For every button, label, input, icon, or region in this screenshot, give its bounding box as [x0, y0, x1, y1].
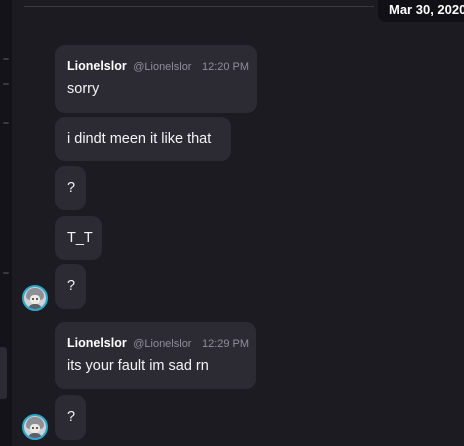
strip-marker: [3, 122, 9, 124]
message-text: sorry: [67, 81, 100, 97]
strip-marker: [3, 272, 9, 274]
message-timestamp: 12:20 PM: [201, 61, 250, 73]
message-header: Lionelslor @Lionelslor 12:20 PM: [67, 59, 249, 73]
user-avatar[interactable]: [22, 414, 48, 440]
avatar-eye: [36, 427, 38, 429]
author-name[interactable]: Lionelslor: [67, 59, 127, 73]
author-handle: @Lionelslor: [133, 61, 192, 73]
message-header: Lionelslor @Lionelslor 12:29 PM: [67, 336, 249, 350]
message-timestamp: 12:29 PM: [201, 338, 250, 350]
avatar-eye: [32, 427, 34, 429]
message-bubble[interactable]: ?: [55, 166, 86, 210]
date-divider-line: [24, 6, 374, 7]
message-bubble[interactable]: ?: [55, 395, 86, 440]
author-name[interactable]: Lionelslor: [67, 336, 127, 350]
avatar-body: [28, 433, 42, 438]
message-bubble-with-header[interactable]: Lionelslor @Lionelslor 12:20 PM sorry: [55, 45, 257, 113]
date-badge: Mar 30, 2020: [378, 0, 464, 22]
avatar-eye: [36, 298, 38, 300]
message-bubble[interactable]: T_T: [55, 216, 102, 260]
message-text: T_T: [67, 230, 93, 246]
message-bubble[interactable]: i dindt meen it like that: [55, 117, 231, 161]
scrollbar-thumb[interactable]: [0, 347, 7, 399]
message-bubble[interactable]: ?: [55, 264, 86, 309]
author-handle: @Lionelslor: [133, 338, 192, 350]
avatar-body: [28, 304, 42, 309]
strip-marker: [3, 83, 9, 85]
message-text: ?: [67, 409, 76, 425]
avatar-eye: [32, 298, 34, 300]
strip-marker: [3, 58, 9, 60]
message-bubble-with-header[interactable]: Lionelslor @Lionelslor 12:29 PM its your…: [55, 322, 256, 389]
message-text: ?: [67, 278, 76, 294]
message-text: ?: [67, 180, 76, 196]
message-text: its your fault im sad rn: [67, 358, 209, 374]
message-text: i dindt meen it like that: [67, 131, 212, 147]
user-avatar[interactable]: [22, 285, 48, 311]
